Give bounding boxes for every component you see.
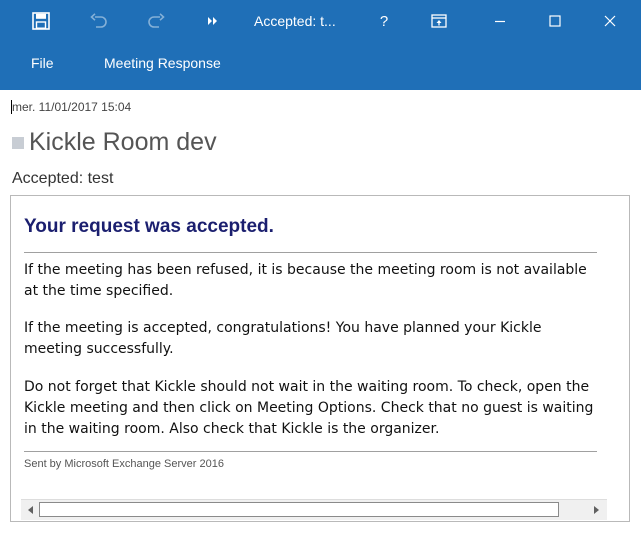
save-icon	[32, 12, 50, 30]
scrollbar-thumb[interactable]	[39, 502, 559, 517]
help-button[interactable]: ?	[370, 0, 398, 42]
window-title: Accepted: t...	[254, 13, 336, 29]
undo-button[interactable]	[84, 0, 114, 42]
server-footer: Sent by Microsoft Exchange Server 2016	[24, 458, 224, 470]
close-button[interactable]	[590, 0, 630, 42]
paragraph: If the meeting has been refused, it is b…	[24, 262, 587, 299]
subject-line: Accepted: test	[12, 170, 114, 187]
maximize-icon	[549, 15, 561, 27]
ribbon: File Meeting Response	[0, 42, 641, 90]
sender-name[interactable]: Kickle Room dev	[29, 128, 217, 157]
message-heading: Your request was accepted.	[24, 216, 274, 237]
sender-presence-icon	[12, 136, 24, 149]
tab-meeting-response[interactable]: Meeting Response	[104, 42, 221, 84]
message-body: Your request was accepted. If the meetin…	[10, 195, 630, 522]
redo-icon	[148, 13, 165, 28]
ribbon-display-icon	[431, 14, 447, 28]
scroll-left-icon	[27, 506, 33, 514]
save-button[interactable]	[26, 0, 56, 42]
more-icon	[208, 17, 217, 25]
scroll-right-button[interactable]	[587, 502, 604, 518]
scroll-left-button[interactable]	[22, 502, 39, 518]
sender-row: Kickle Room dev	[12, 128, 217, 157]
maximize-button[interactable]	[535, 0, 575, 42]
horizontal-scrollbar[interactable]	[21, 499, 607, 520]
paragraph: If the meeting is accepted, congratulati…	[24, 320, 542, 357]
scroll-right-icon	[593, 506, 599, 514]
minimize-button[interactable]	[480, 0, 520, 42]
ribbon-display-button[interactable]	[424, 0, 454, 42]
paragraph: Do not forget that Kickle should not wai…	[24, 379, 594, 437]
sent-date: mer. 11/01/2017 15:04	[12, 100, 132, 114]
minimize-icon	[495, 20, 505, 23]
undo-icon	[90, 13, 107, 28]
title-bar: Accepted: t... ?	[0, 0, 641, 42]
more-commands-button[interactable]	[200, 0, 226, 42]
redo-button[interactable]	[141, 0, 171, 42]
tab-file[interactable]: File	[31, 42, 54, 84]
close-icon	[604, 15, 616, 27]
divider	[24, 252, 597, 253]
divider	[24, 451, 597, 452]
